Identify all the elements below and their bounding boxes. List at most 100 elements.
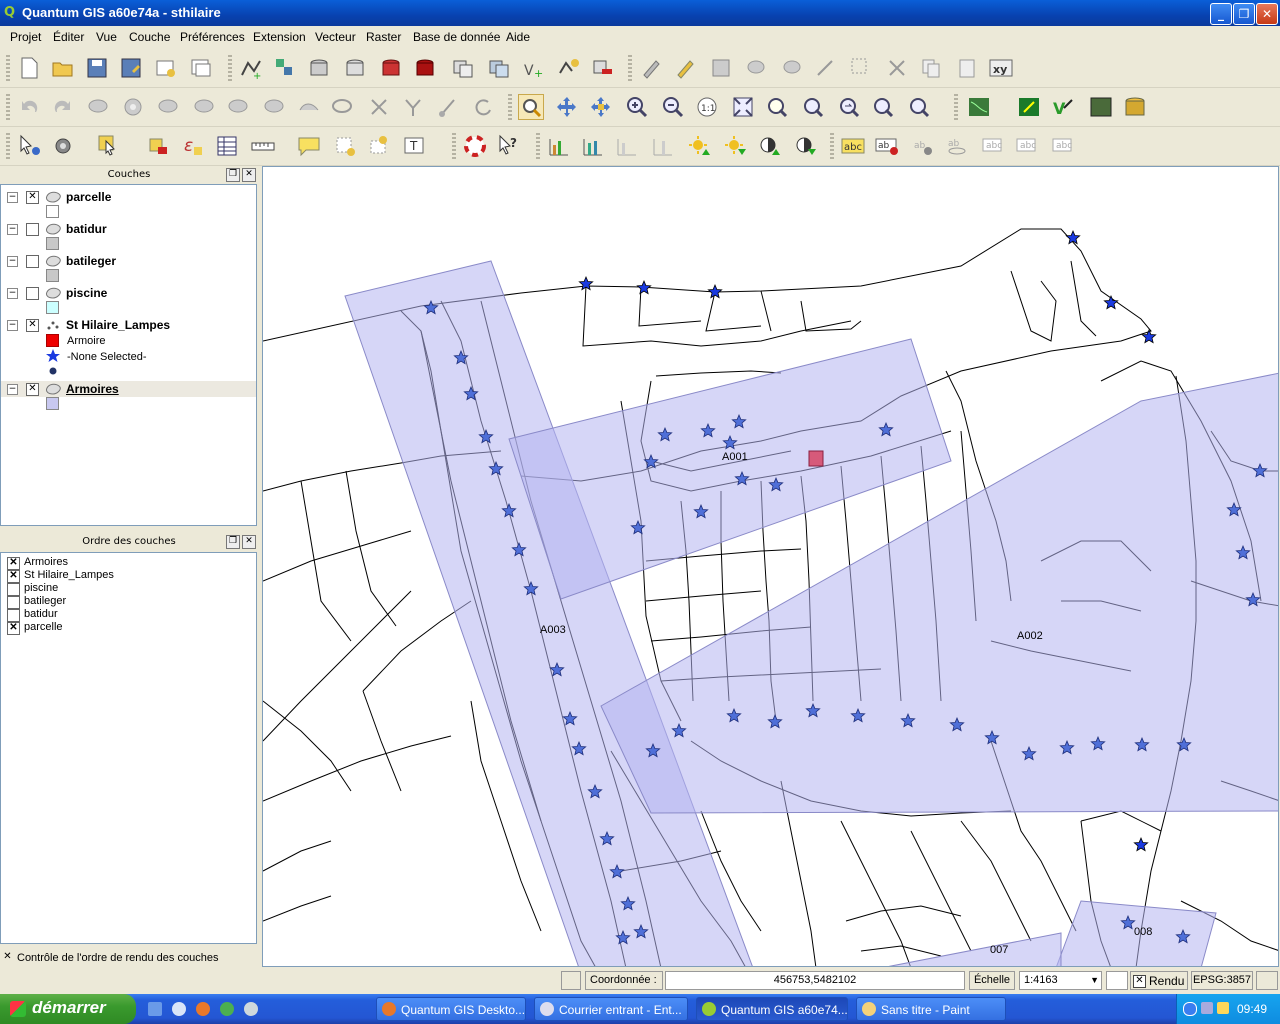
identify-features-icon[interactable] [16,133,42,159]
add-postgis-layer-icon[interactable] [306,55,332,81]
render-checkbox[interactable]: ✕ [1133,975,1146,988]
show-hide-labels-icon[interactable]: ab [944,133,970,159]
task-qgis-desktop[interactable]: Quantum GIS Deskto... [376,997,526,1021]
pan-map-icon[interactable] [518,94,544,120]
quicklaunch-firefox-icon[interactable] [196,1002,210,1016]
layer-visibility-checkbox[interactable] [26,223,39,236]
layer-item-armoires[interactable]: − ✕ Armoires [1,381,256,397]
tray-app-icon[interactable] [1217,1002,1229,1014]
measure-line-icon[interactable] [250,133,276,159]
lamp-star-marker[interactable] [1103,294,1119,310]
whats-this-icon[interactable]: ? [496,133,522,159]
move-feature-icon[interactable] [780,55,806,81]
merge-features-icon[interactable] [400,94,426,120]
select-by-expression-icon[interactable]: ε [180,133,206,159]
zoom-next-icon[interactable] [870,94,896,120]
quicklaunch-app-icon[interactable] [244,1002,258,1016]
remove-layer-icon[interactable] [590,55,616,81]
menu-vue[interactable]: Vue [96,30,117,44]
new-shapefile-icon[interactable] [556,55,582,81]
order-checkbox[interactable]: ✕ [7,557,20,570]
layer-visibility-checkbox[interactable] [26,255,39,268]
maximize-button[interactable]: ❐ [1233,3,1255,25]
layer-item-st-hilaire-lampes[interactable]: − ✕ St Hilaire_Lampes [1,317,256,333]
quicklaunch-desktop-icon[interactable] [148,1002,162,1016]
network-icon[interactable] [1201,1002,1213,1014]
db-manager-icon[interactable] [1122,94,1148,120]
refresh-icon[interactable] [906,94,932,120]
paste-features-icon[interactable] [954,55,980,81]
zoom-last-icon[interactable] [836,94,862,120]
map-canvas[interactable]: A001 A002 A003 007 008 [262,166,1279,967]
layer-item-batileger[interactable]: − batileger [1,253,256,269]
lamp-star-marker[interactable] [1133,836,1149,852]
new-bookmark-icon[interactable] [332,133,358,159]
menu-extension[interactable]: Extension [253,30,306,44]
lamp-star-marker[interactable] [636,279,652,295]
local-histogram-icon[interactable] [614,133,640,159]
close-button[interactable]: ✕ [1256,3,1278,25]
messages-icon[interactable] [1256,971,1278,990]
lamp-star-marker[interactable] [707,283,723,299]
armoire-marker[interactable] [808,450,824,467]
close-order-panel-button[interactable]: ✕ [242,535,256,549]
undock-panel-button[interactable]: ❐ [226,168,240,182]
current-edits-icon[interactable] [638,55,664,81]
layer-visibility-checkbox[interactable] [26,287,39,300]
menu-vecteur[interactable]: Vecteur [315,30,356,44]
layer-labeling-icon[interactable]: abc [840,133,866,159]
run-feature-action-icon[interactable] [50,133,76,159]
render-order-checkbox[interactable]: ✕ [2,952,13,963]
tray-expand-icon[interactable] [1183,1002,1197,1016]
decrease-contrast-icon[interactable] [792,133,818,159]
copy-features-icon[interactable] [918,55,944,81]
cut-features-icon[interactable] [884,55,910,81]
menu-preferences[interactable]: Préférences [180,30,245,44]
pan-to-selection-icon[interactable] [554,94,580,120]
save-as-icon[interactable] [118,55,144,81]
zoom-to-layer-icon[interactable] [764,94,790,120]
start-button[interactable]: démarrer [0,994,136,1024]
add-mssql-layer-icon[interactable] [378,55,404,81]
menu-projet[interactable]: Projet [10,30,41,44]
add-vector-layer-icon[interactable]: + [238,55,264,82]
coordinate-field[interactable]: 456753,5482102 [665,971,965,990]
rotate-point-symbols-icon[interactable] [436,94,462,120]
add-raster-layer-icon[interactable] [272,55,298,81]
coordinate-capture-icon[interactable]: xy [988,55,1014,81]
help-lifebuoy-icon[interactable] [462,133,488,159]
vector-plugin-icon[interactable]: V [1050,94,1076,120]
increase-brightness-icon[interactable] [686,133,712,159]
new-print-composer-icon[interactable] [152,55,178,81]
layer-visibility-checkbox[interactable]: ✕ [26,383,39,396]
save-edits-icon[interactable] [708,55,734,81]
offset-curve-icon[interactable] [330,94,356,120]
delete-ring-icon[interactable] [226,94,252,120]
layer-visibility-checkbox[interactable]: ✕ [26,319,39,332]
composer-manager-icon[interactable] [188,55,214,81]
chevron-down-icon[interactable]: ▼ [1090,972,1099,989]
fill-ring-icon[interactable] [192,94,218,120]
histogram-icon[interactable] [546,133,572,159]
reshape-features-icon[interactable] [296,94,322,120]
delete-part-icon[interactable] [262,94,288,120]
render-toggle[interactable]: ✕ Rendu [1130,971,1188,990]
zoom-to-native-icon[interactable] [800,94,826,120]
stop-render-icon[interactable] [1106,971,1128,990]
change-label-icon[interactable]: abc [1050,133,1076,159]
minimize-button[interactable]: _ [1210,3,1232,25]
menu-couche[interactable]: Couche [129,30,170,44]
full-histogram-icon[interactable] [650,133,676,159]
lamp-star-marker[interactable] [1141,328,1157,344]
split-features-icon[interactable] [366,94,392,120]
layer-visibility-checkbox[interactable]: ✕ [26,191,39,204]
save-project-icon[interactable] [84,55,110,81]
toggle-coordinate-display-button[interactable] [561,971,581,990]
deselect-features-icon[interactable] [146,133,172,159]
task-quantum-gis[interactable]: Quantum GIS a60e74... [696,997,848,1021]
map-tips-icon[interactable] [296,133,322,159]
pin-labels-icon[interactable]: ab [874,133,900,159]
add-wcs-layer-icon[interactable] [486,55,512,81]
rotate-label-tool-icon[interactable]: abc [1014,133,1040,159]
add-feature-icon[interactable] [744,55,770,81]
